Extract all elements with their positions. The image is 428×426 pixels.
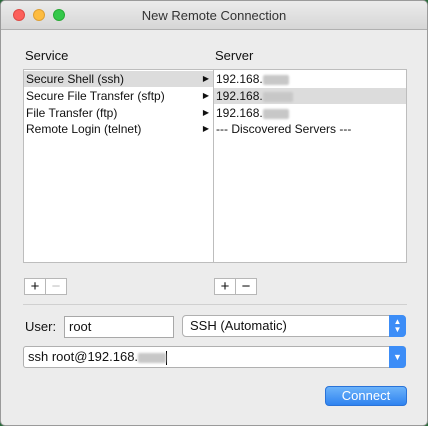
user-label: User: — [25, 319, 57, 334]
command-field-value: ssh root@192.168. — [28, 349, 139, 364]
add-server-button[interactable]: + — [215, 279, 235, 294]
server-item[interactable]: 192.168.xx — [214, 71, 406, 87]
remove-service-button[interactable]: − — [45, 279, 66, 294]
service-list[interactable]: Secure Shell (ssh) ▶ Secure File Transfe… — [23, 69, 214, 263]
server-item-label: 192.168. — [216, 106, 263, 120]
disclosure-arrow-icon: ▶ — [202, 124, 209, 133]
server-item-label: 192.168. — [216, 89, 263, 103]
server-list[interactable]: 192.168.xx 192.168.xx 192.168.xx --- Dis… — [213, 69, 407, 263]
server-item-label: --- Discovered Servers --- — [216, 122, 352, 136]
service-item-sftp[interactable]: Secure File Transfer (sftp) ▶ — [24, 88, 213, 104]
service-item-label: Remote Login (telnet) — [26, 122, 142, 136]
server-item-label: 192.168. — [216, 72, 263, 86]
service-item-ssh[interactable]: Secure Shell (ssh) ▶ — [24, 71, 213, 87]
connect-button[interactable]: Connect — [325, 386, 407, 406]
new-remote-connection-window: New Remote Connection Service Server Sec… — [0, 0, 428, 426]
command-combobox[interactable]: ssh root@192.168.xx ▼ — [23, 346, 406, 368]
remove-server-button[interactable]: − — [235, 279, 256, 294]
service-item-ftp[interactable]: File Transfer (ftp) ▶ — [24, 105, 213, 121]
redacted-text: xx — [138, 352, 167, 363]
server-header: Server — [215, 48, 254, 63]
window-title: New Remote Connection — [141, 8, 287, 23]
service-add-remove-control: + − — [24, 278, 67, 295]
server-item-discovered-header: --- Discovered Servers --- — [214, 121, 406, 137]
disclosure-arrow-icon: ▶ — [202, 91, 209, 100]
protocol-select[interactable]: SSH (Automatic) ▲ ▼ — [182, 315, 406, 337]
service-item-telnet[interactable]: Remote Login (telnet) ▶ — [24, 121, 213, 137]
service-item-label: Secure File Transfer (sftp) — [26, 89, 165, 103]
chevron-down-icon[interactable]: ▼ — [389, 346, 406, 368]
add-service-button[interactable]: + — [25, 279, 45, 294]
disclosure-arrow-icon: ▶ — [202, 108, 209, 117]
protocol-select-value: SSH (Automatic) — [190, 318, 287, 333]
redacted-text: xx — [262, 108, 289, 119]
text-cursor — [166, 350, 168, 365]
redacted-text: xx — [262, 74, 289, 85]
server-add-remove-control: + − — [214, 278, 257, 295]
service-item-label: Secure Shell (ssh) — [26, 72, 125, 86]
service-header: Service — [25, 48, 69, 63]
service-item-label: File Transfer (ftp) — [26, 106, 118, 120]
server-item[interactable]: 192.168.xx — [214, 105, 406, 121]
title-bar: New Remote Connection — [1, 1, 427, 30]
redacted-text: xx — [262, 91, 293, 102]
divider — [23, 304, 407, 305]
server-item[interactable]: 192.168.xx — [214, 88, 406, 104]
user-field[interactable]: root — [64, 316, 174, 338]
up-down-chevron-icon: ▲ ▼ — [389, 315, 406, 337]
disclosure-arrow-icon: ▶ — [202, 74, 209, 83]
